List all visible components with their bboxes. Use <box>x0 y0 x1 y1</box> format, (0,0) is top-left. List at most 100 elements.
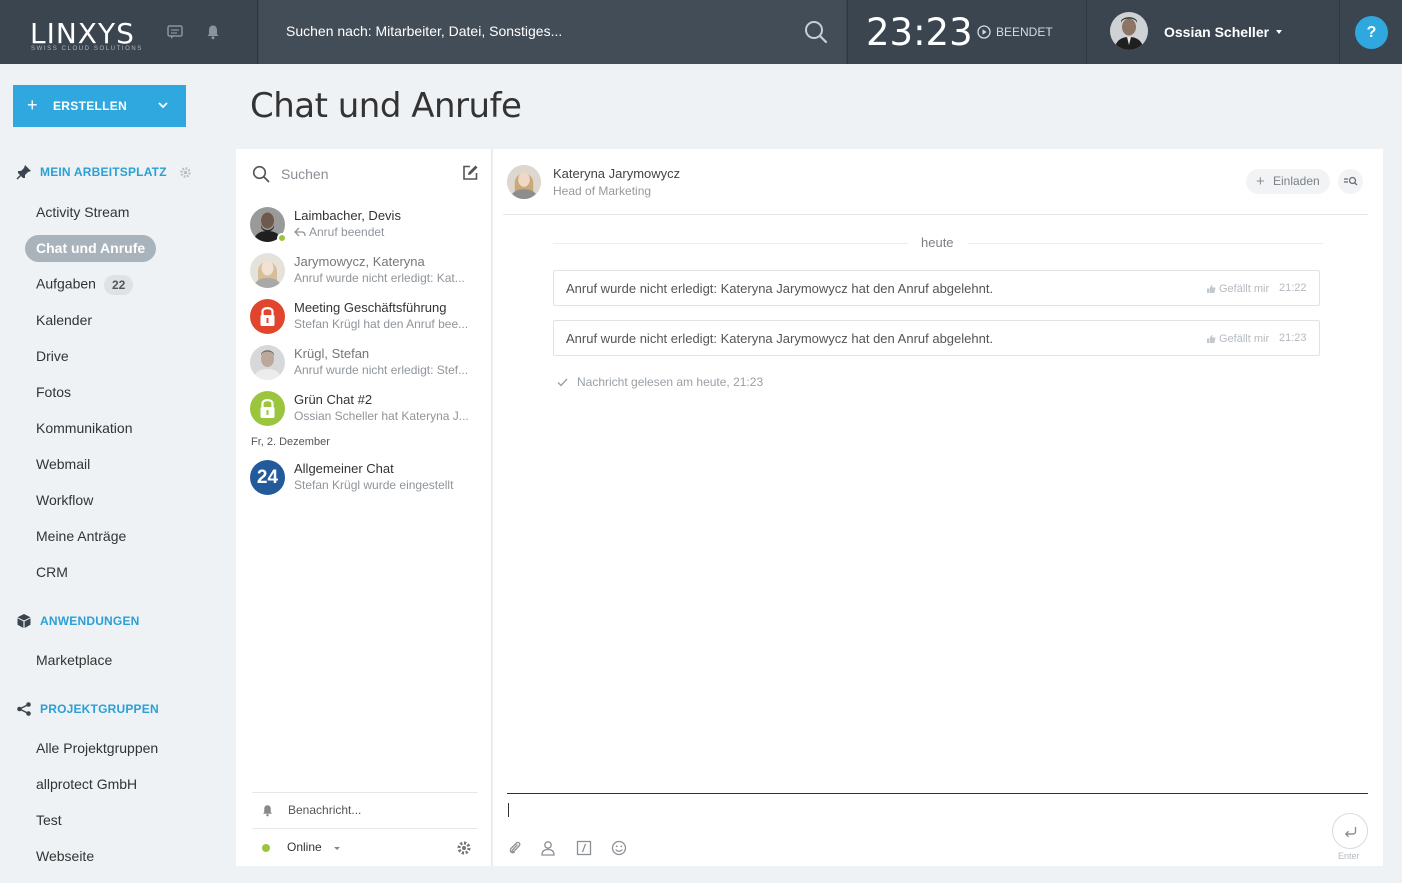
search-icon[interactable] <box>804 20 828 44</box>
pin-icon <box>16 165 31 180</box>
sidebar-item-photos[interactable]: Fotos <box>36 384 71 400</box>
message-time: 21:23 <box>1279 332 1307 344</box>
chat-item-name: Jarymowycz, Kateryna <box>294 254 425 269</box>
clock-time: 23:23 <box>866 11 973 54</box>
status-label: Online <box>287 840 322 854</box>
like-label: Gefällt mir <box>1219 333 1270 345</box>
chat-item-name: Allgemeiner Chat <box>294 461 394 476</box>
thumbs-up-icon <box>1207 335 1216 343</box>
sidebar-item-activity-stream[interactable]: Activity Stream <box>36 204 129 220</box>
chat-list-panel: Suchen Laimbacher, Devis Anruf beendet J… <box>236 149 492 866</box>
search-icon[interactable] <box>252 165 270 183</box>
chat-item-gruen-chat[interactable]: Grün Chat #2 Ossian Scheller hat Kateryn… <box>250 389 482 429</box>
user-name[interactable]: Ossian Scheller <box>1164 24 1269 40</box>
section-workspace[interactable]: MEIN ARBEITSPLATZ <box>16 164 192 180</box>
chat-item-name: Krügl, Stefan <box>294 346 370 361</box>
create-button-label: ERSTELLEN <box>53 99 128 113</box>
sidebar-item-website[interactable]: Webseite <box>36 848 94 864</box>
plus-icon: + <box>1256 173 1265 190</box>
paperclip-icon[interactable] <box>507 840 523 856</box>
global-search-input[interactable]: Suchen nach: Mitarbeiter, Datei, Sonstig… <box>286 23 562 39</box>
compose-icon[interactable] <box>461 164 479 182</box>
sidebar-item-communication[interactable]: Kommunikation <box>36 420 133 436</box>
person-icon[interactable] <box>540 840 556 856</box>
sidebar-item-workflow[interactable]: Workflow <box>36 492 93 508</box>
sidebar-item-allprotect[interactable]: allprotect GmbH <box>36 776 137 792</box>
share-icon <box>17 702 31 716</box>
worktime-clock[interactable]: 23:23 BEENDET <box>847 0 1087 64</box>
send-button[interactable] <box>1332 813 1368 849</box>
sidebar-item-webmail[interactable]: Webmail <box>36 456 90 472</box>
chat-item-preview: Anruf beendet <box>294 225 480 239</box>
sidebar-item-marketplace[interactable]: Marketplace <box>36 652 112 668</box>
chevron-down-icon[interactable] <box>1276 30 1282 34</box>
section-groups[interactable]: PROJEKTGRUPPEN <box>16 701 159 717</box>
chat-item-meeting[interactable]: Meeting Geschäftsführung Stefan Krügl ha… <box>250 297 482 337</box>
avatar <box>250 253 285 288</box>
invite-button[interactable]: + Einladen <box>1246 169 1330 194</box>
clock-status[interactable]: BEENDET <box>977 25 1053 39</box>
create-button[interactable]: + ERSTELLEN <box>13 85 186 127</box>
chat-search-input[interactable]: Suchen <box>281 166 328 182</box>
message: Anruf wurde nicht erledigt: Kateryna Jar… <box>553 270 1320 306</box>
notifications-toggle[interactable]: Benachricht... <box>252 792 478 829</box>
like-button[interactable]: Gefällt mir <box>1206 283 1269 295</box>
clock-status-label: BEENDET <box>996 25 1053 39</box>
chat-item-name: Meeting Geschäftsführung <box>294 300 447 315</box>
gear-icon[interactable] <box>179 166 192 179</box>
sidebar-item-test[interactable]: Test <box>36 812 62 828</box>
thumbs-up-icon <box>1207 285 1216 293</box>
bell-icon <box>263 805 272 817</box>
contact-name[interactable]: Kateryna Jarymowycz <box>553 166 680 181</box>
read-receipt-text: Nachricht gelesen am heute, 21:23 <box>577 375 764 389</box>
chat-item-kruegl[interactable]: Krügl, Stefan Anruf wurde nicht erledigt… <box>250 343 482 383</box>
smiley-icon[interactable] <box>611 840 627 856</box>
chat-icon[interactable] <box>167 24 183 40</box>
date-separator: Fr, 2. Dezember <box>251 436 330 448</box>
status-selector[interactable]: Online <box>252 829 478 866</box>
global-search[interactable]: Suchen nach: Mitarbeiter, Datei, Sonstig… <box>259 0 846 64</box>
day-divider-right <box>968 243 1323 244</box>
send-hint: Enter <box>1338 851 1360 861</box>
box-icon <box>17 614 31 628</box>
gear-icon[interactable] <box>456 840 472 856</box>
read-receipt: Nachricht gelesen am heute, 21:23 <box>557 375 763 389</box>
message-text: Anruf wurde nicht erledigt: Kateryna Jar… <box>566 331 994 346</box>
chat-item-name: Laimbacher, Devis <box>294 208 401 223</box>
sidebar-item-chat[interactable]: Chat und Anrufe <box>25 235 157 262</box>
chevron-down-icon[interactable] <box>334 847 340 850</box>
sidebar-item-crm[interactable]: CRM <box>36 564 68 580</box>
like-button[interactable]: Gefällt mir <box>1206 333 1269 345</box>
sidebar-item-tasks[interactable]: Aufgaben 22 <box>36 275 134 295</box>
sidebar-item-drive[interactable]: Drive <box>36 348 69 364</box>
section-apps[interactable]: ANWENDUNGEN <box>16 613 140 629</box>
message-time: 21:22 <box>1279 282 1307 294</box>
chevron-down-icon[interactable] <box>158 100 168 110</box>
sidebar-item-all-groups[interactable]: Alle Projektgruppen <box>36 740 158 756</box>
user-avatar[interactable] <box>1110 12 1148 50</box>
chat-item-general[interactable]: 24 Allgemeiner Chat Stefan Krügl wurde e… <box>250 458 482 498</box>
online-status-dot <box>277 233 287 243</box>
top-bar: LINXYS SWISS CLOUD SOLUTIONS Suchen nach… <box>0 0 1402 64</box>
sidebar-item-label: Aufgaben <box>36 275 96 292</box>
search-history-icon <box>1344 176 1358 186</box>
avatar <box>250 391 285 426</box>
user-menu[interactable]: Ossian Scheller <box>1088 0 1340 64</box>
chat-item-laimbacher[interactable]: Laimbacher, Devis Anruf beendet <box>250 205 482 245</box>
message-input[interactable] <box>508 803 509 817</box>
avatar: 24 <box>250 460 285 495</box>
search-history-button[interactable] <box>1338 169 1363 194</box>
sidebar-item-requests[interactable]: Meine Anträge <box>36 528 126 544</box>
chat-item-name: Grün Chat #2 <box>294 392 373 407</box>
avatar[interactable] <box>507 165 541 199</box>
input-divider <box>507 793 1368 794</box>
header-divider <box>503 214 1368 215</box>
bell-icon[interactable] <box>205 24 221 40</box>
sidebar-item-calendar[interactable]: Kalender <box>36 312 92 328</box>
page-title: Chat und Anrufe <box>250 86 522 126</box>
chat-item-preview-text: Anruf beendet <box>309 225 385 239</box>
section-apps-label: ANWENDUNGEN <box>40 614 140 628</box>
help-button[interactable]: ? <box>1355 16 1388 49</box>
chat-item-jarymowycz[interactable]: Jarymowycz, Kateryna Anruf wurde nicht e… <box>250 251 482 291</box>
command-icon[interactable] <box>576 840 592 856</box>
